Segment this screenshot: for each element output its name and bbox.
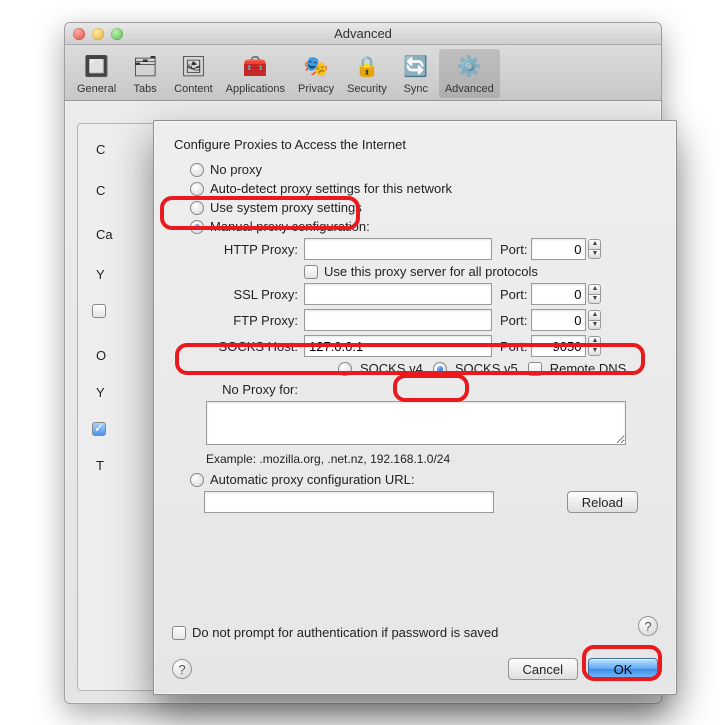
toolbar-privacy[interactable]: 🎭Privacy [292, 49, 340, 98]
radio-manual-proxy[interactable]: Manual proxy configuration: [190, 219, 658, 234]
radio-icon [433, 362, 447, 376]
content-icon: 🖼 [178, 51, 208, 81]
ftp-port-input[interactable] [531, 309, 586, 331]
no-proxy-for-input[interactable] [206, 401, 626, 445]
sync-icon: 🔄 [401, 51, 431, 81]
bg-label: T [96, 458, 104, 473]
toolbar: 🔲General 🗂Tabs 🖼Content 🧰Applications 🎭P… [65, 45, 661, 101]
security-icon: 🔒 [352, 51, 382, 81]
titlebar[interactable]: Advanced [65, 23, 661, 45]
port-label: Port: [500, 242, 527, 257]
applications-icon: 🧰 [240, 51, 270, 81]
ssl-port-stepper[interactable]: ▲▼ [588, 284, 601, 304]
proxy-sheet: Configure Proxies to Access the Internet… [153, 120, 677, 695]
bg-label: C [96, 183, 105, 198]
radio-icon [338, 362, 352, 376]
toolbar-content[interactable]: 🖼Content [168, 49, 219, 98]
auth-prompt-label: Do not prompt for authentication if pass… [192, 625, 498, 640]
socks-port-input[interactable] [531, 335, 586, 357]
no-proxy-for-label: No Proxy for: [206, 382, 298, 397]
ssl-port-input[interactable] [531, 283, 586, 305]
sheet-heading: Configure Proxies to Access the Internet [174, 137, 658, 152]
radio-icon [190, 473, 204, 487]
toolbar-security[interactable]: 🔒Security [341, 49, 393, 98]
ftp-proxy-input[interactable] [304, 309, 492, 331]
ssl-proxy-label: SSL Proxy: [206, 287, 298, 302]
radio-icon [190, 201, 204, 215]
http-proxy-label: HTTP Proxy: [206, 242, 298, 257]
general-icon: 🔲 [82, 51, 112, 81]
radio-icon [190, 220, 204, 234]
bg-label: Y [96, 267, 105, 282]
ftp-port-stepper[interactable]: ▲▼ [588, 310, 601, 330]
http-proxy-input[interactable] [304, 238, 492, 260]
port-label: Port: [500, 287, 527, 302]
tabs-icon: 🗂 [130, 51, 160, 81]
bg-checkbox[interactable] [92, 422, 106, 436]
bg-label: C [96, 142, 105, 157]
toolbar-advanced[interactable]: ⚙️Advanced [439, 49, 500, 98]
bg-label: Y [96, 385, 105, 400]
example-text: Example: .mozilla.org, .net.nz, 192.168.… [206, 452, 658, 466]
close-icon[interactable] [73, 28, 85, 40]
socks-v4-radio[interactable]: SOCKS v4 [360, 361, 423, 376]
port-label: Port: [500, 339, 527, 354]
reload-button[interactable]: Reload [567, 491, 638, 513]
bg-label: O [96, 348, 106, 363]
help-icon[interactable]: ? [638, 616, 658, 636]
socks-host-input[interactable] [304, 335, 492, 357]
radio-icon [190, 163, 204, 177]
manual-proxy-form: HTTP Proxy: Port: ▲▼ Use this proxy serv… [206, 238, 658, 448]
zoom-icon[interactable] [111, 28, 123, 40]
toolbar-general[interactable]: 🔲General [71, 49, 122, 98]
pac-url-input[interactable] [204, 491, 494, 513]
advanced-icon: ⚙️ [454, 51, 484, 81]
http-port-stepper[interactable]: ▲▼ [588, 239, 601, 259]
ok-button[interactable]: OK [588, 658, 658, 680]
toolbar-applications[interactable]: 🧰Applications [220, 49, 291, 98]
auth-prompt-checkbox[interactable] [172, 626, 186, 640]
socks-v5-radio[interactable]: SOCKS v5 [455, 361, 518, 376]
radio-auto-detect[interactable]: Auto-detect proxy settings for this netw… [190, 181, 658, 196]
window-title: Advanced [65, 26, 661, 41]
socks-port-stepper[interactable]: ▲▼ [588, 336, 601, 356]
radio-icon [190, 182, 204, 196]
help-icon[interactable]: ? [172, 659, 192, 679]
toolbar-tabs[interactable]: 🗂Tabs [123, 49, 167, 98]
radio-no-proxy[interactable]: No proxy [190, 162, 658, 177]
radio-system-proxy[interactable]: Use system proxy settings [190, 200, 658, 215]
http-port-input[interactable] [531, 238, 586, 260]
bg-checkbox[interactable] [92, 304, 106, 318]
privacy-icon: 🎭 [301, 51, 331, 81]
toolbar-sync[interactable]: 🔄Sync [394, 49, 438, 98]
use-for-all-checkbox[interactable] [304, 265, 318, 279]
remote-dns-label: Remote DNS [550, 361, 627, 376]
socks-host-label: SOCKS Host: [206, 339, 298, 354]
radio-auto-config-url[interactable]: Automatic proxy configuration URL: [190, 472, 658, 487]
remote-dns-checkbox[interactable] [528, 362, 542, 376]
cancel-button[interactable]: Cancel [508, 658, 578, 680]
ssl-proxy-input[interactable] [304, 283, 492, 305]
minimize-icon[interactable] [92, 28, 104, 40]
bg-label: Ca [96, 227, 113, 242]
use-for-all-label: Use this proxy server for all protocols [324, 264, 538, 279]
port-label: Port: [500, 313, 527, 328]
ftp-proxy-label: FTP Proxy: [206, 313, 298, 328]
